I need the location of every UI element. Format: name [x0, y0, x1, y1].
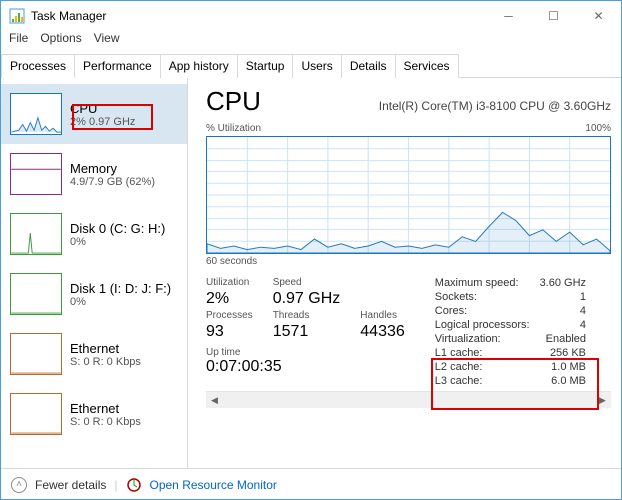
stat-label: Cores:: [435, 305, 530, 317]
stat-label: Logical processors:: [435, 319, 530, 331]
stat-label: L2 cache:: [435, 361, 530, 373]
tab-apphistory[interactable]: App history: [160, 54, 238, 78]
chevron-up-icon[interactable]: ˄: [11, 477, 27, 493]
stat-label: Sockets:: [435, 291, 530, 303]
sidebar-item-cpu[interactable]: CPU2% 0.97 GHz: [1, 84, 187, 144]
scroll-right-icon[interactable]: ▶: [594, 392, 611, 409]
sidebar-label: CPU: [70, 101, 135, 116]
page-title: CPU: [206, 86, 261, 117]
stat-value-utilization: 2%: [206, 290, 253, 308]
stat-label: Up time: [206, 347, 405, 358]
titlebar: Task Manager ─ ☐ ✕: [1, 1, 621, 31]
ethernet-mini-chart: [10, 393, 62, 435]
sidebar-sub: S: 0 R: 0 Kbps: [70, 416, 141, 428]
chart-label-right: 100%: [585, 123, 611, 134]
stat-value-processes: 93: [206, 323, 253, 341]
minimize-button[interactable]: ─: [486, 1, 531, 31]
cpu-model: Intel(R) Core(TM) i3-8100 CPU @ 3.60GHz: [379, 99, 611, 113]
sidebar-sub: 2% 0.97 GHz: [70, 116, 135, 128]
sidebar-sub: 0%: [70, 236, 165, 248]
stat-label: Processes: [206, 310, 253, 321]
fewer-details-link[interactable]: Fewer details: [35, 478, 106, 492]
close-button[interactable]: ✕: [576, 1, 621, 31]
menu-view[interactable]: View: [94, 31, 120, 51]
sidebar-label: Disk 1 (I: D: J: F:): [70, 281, 171, 296]
stat-label: Speed: [273, 277, 341, 288]
stat-label: Utilization: [206, 277, 253, 288]
stat-label: Handles: [360, 310, 405, 321]
stat-value-l3: 6.0 MB: [540, 375, 586, 387]
ethernet-mini-chart: [10, 333, 62, 375]
sidebar-label: Memory: [70, 161, 155, 176]
tab-users[interactable]: Users: [292, 54, 341, 78]
maximize-button[interactable]: ☐: [531, 1, 576, 31]
stat-value-virtualization: Enabled: [540, 333, 586, 345]
tab-bar: Processes Performance App history Startu…: [1, 53, 621, 78]
stat-label: L1 cache:: [435, 347, 530, 359]
resource-monitor-icon: [126, 477, 142, 493]
content-area: CPU Intel(R) Core(TM) i3-8100 CPU @ 3.60…: [188, 78, 621, 468]
window-title: Task Manager: [31, 9, 486, 23]
stat-label: Maximum speed:: [435, 277, 530, 289]
stat-value-speed: 0.97 GHz: [273, 290, 341, 308]
stat-label: Threads: [273, 310, 341, 321]
menubar: File Options View: [1, 31, 621, 51]
cpu-mini-chart: [10, 93, 62, 135]
stat-value-maxspeed: 3.60 GHz: [540, 277, 586, 289]
sidebar-item-ethernet1[interactable]: EthernetS: 0 R: 0 Kbps: [1, 384, 187, 444]
tab-performance[interactable]: Performance: [74, 54, 161, 78]
sidebar-item-disk0[interactable]: Disk 0 (C: G: H:)0%: [1, 204, 187, 264]
chart-label-bottom: 60 seconds: [206, 256, 611, 267]
stat-label: L3 cache:: [435, 375, 530, 387]
tab-details[interactable]: Details: [341, 54, 396, 78]
stat-value-l1: 256 KB: [540, 347, 586, 359]
sidebar-sub: 0%: [70, 296, 171, 308]
disk-mini-chart: [10, 213, 62, 255]
footer: ˄ Fewer details | Open Resource Monitor: [1, 468, 621, 500]
sidebar-sub: S: 0 R: 0 Kbps: [70, 356, 141, 368]
sidebar-item-memory[interactable]: Memory4.9/7.9 GB (62%): [1, 144, 187, 204]
app-icon: [9, 8, 25, 24]
stat-value-logical: 4: [540, 319, 586, 331]
memory-mini-chart: [10, 153, 62, 195]
horizontal-scrollbar[interactable]: ◀ ▶: [206, 391, 611, 408]
stat-value-uptime: 0:07:00:35: [206, 358, 405, 376]
stat-value-sockets: 1: [540, 291, 586, 303]
stat-label: Virtualization:: [435, 333, 530, 345]
sidebar-item-ethernet0[interactable]: EthernetS: 0 R: 0 Kbps: [1, 324, 187, 384]
chart-label-left: % Utilization: [206, 123, 261, 134]
stat-value-threads: 1571: [273, 323, 341, 341]
sidebar-sub: 4.9/7.9 GB (62%): [70, 176, 155, 188]
tab-processes[interactable]: Processes: [1, 54, 75, 78]
sidebar-label: Ethernet: [70, 341, 141, 356]
sidebar-item-disk1[interactable]: Disk 1 (I: D: J: F:)0%: [1, 264, 187, 324]
stat-value-handles: 44336: [360, 323, 405, 341]
stat-value-cores: 4: [540, 305, 586, 317]
tab-services[interactable]: Services: [395, 54, 459, 78]
menu-file[interactable]: File: [9, 31, 28, 51]
menu-options[interactable]: Options: [40, 31, 81, 51]
stat-value-l2: 1.0 MB: [540, 361, 586, 373]
cpu-utilization-chart: [206, 136, 611, 254]
open-resource-monitor-link[interactable]: Open Resource Monitor: [150, 478, 277, 492]
sidebar-label: Disk 0 (C: G: H:): [70, 221, 165, 236]
sidebar-label: Ethernet: [70, 401, 141, 416]
disk-mini-chart: [10, 273, 62, 315]
sidebar: CPU2% 0.97 GHz Memory4.9/7.9 GB (62%) Di…: [1, 78, 188, 468]
tab-startup[interactable]: Startup: [237, 54, 294, 78]
scroll-left-icon[interactable]: ◀: [206, 392, 223, 409]
